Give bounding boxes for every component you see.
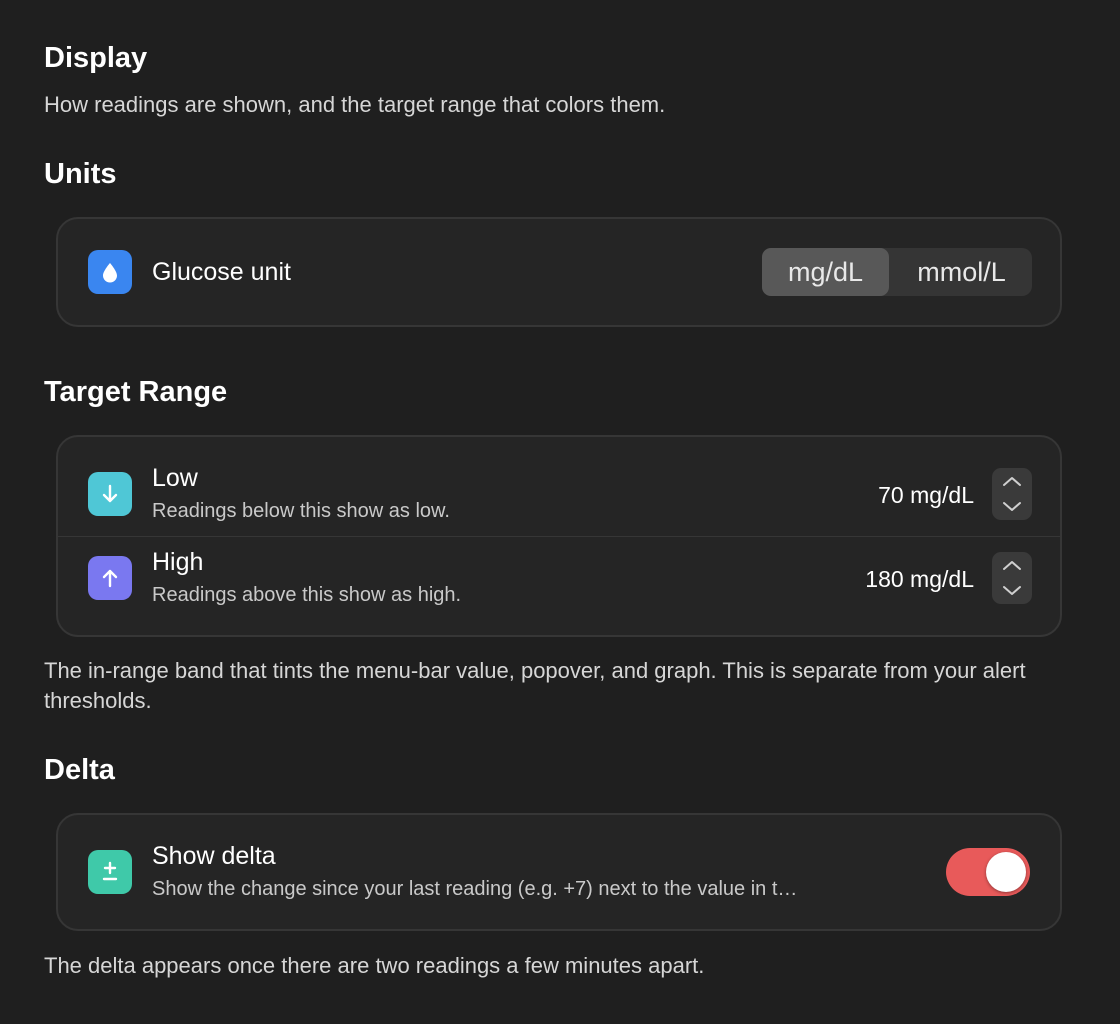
chevron-down-icon	[1003, 586, 1021, 595]
high-value: 180 mg/dL	[865, 566, 974, 592]
low-subtitle: Readings below this show as low.	[152, 500, 450, 522]
low-increment-button[interactable]	[992, 468, 1032, 494]
glucose-unit-segmented-control: mg/dL mmol/L	[762, 248, 1032, 296]
segment-mmol-l[interactable]: mmol/L	[891, 248, 1032, 296]
low-decrement-button[interactable]	[992, 494, 1032, 520]
chevron-down-icon	[1003, 502, 1021, 511]
low-title: Low	[152, 464, 198, 492]
row-divider	[56, 536, 1062, 537]
target-range-footnote: The in-range band that tints the menu-ba…	[44, 658, 1026, 713]
chevron-up-icon	[1003, 477, 1021, 486]
toggle-knob	[986, 852, 1026, 892]
page-title: Display	[44, 42, 148, 74]
high-decrement-button[interactable]	[992, 578, 1032, 604]
delta-footnote: The delta appears once there are two rea…	[44, 953, 705, 978]
glucose-unit-label: Glucose unit	[152, 258, 291, 286]
section-title-units: Units	[44, 158, 117, 190]
plus-minus-icon	[88, 850, 132, 894]
section-title-target-range: Target Range	[44, 376, 228, 408]
high-stepper	[992, 552, 1032, 604]
low-value: 70 mg/dL	[878, 482, 974, 508]
delta-card	[56, 813, 1062, 931]
show-delta-subtitle: Show the change since your last reading …	[152, 878, 798, 900]
low-stepper	[992, 468, 1032, 520]
high-subtitle: Readings above this show as high.	[152, 584, 462, 606]
high-title: High	[152, 548, 204, 576]
arrow-up-icon	[88, 556, 132, 600]
drop-icon	[88, 250, 132, 294]
show-delta-toggle[interactable]	[946, 848, 1030, 896]
arrow-down-icon	[88, 472, 132, 516]
section-title-delta: Delta	[44, 754, 115, 786]
show-delta-title: Show delta	[152, 842, 276, 870]
high-increment-button[interactable]	[992, 552, 1032, 578]
chevron-up-icon	[1003, 561, 1021, 570]
segment-mg-dl[interactable]: mg/dL	[762, 248, 889, 296]
page-description: How readings are shown, and the target r…	[44, 92, 666, 117]
